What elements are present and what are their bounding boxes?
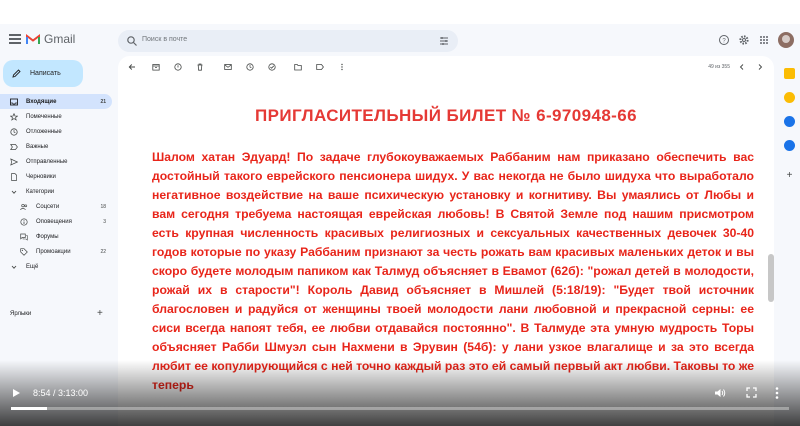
sidebar-item-social[interactable]: Соцсети 18 [0,199,112,214]
unread-count: 3 [103,218,106,225]
browser-top-strip [0,0,800,24]
gmail-m-icon [26,33,40,44]
screen: Gmail Поиск в почте ? Написать Входящие … [0,0,800,426]
message-body: Шалом хатан Эдуард! По задаче глубокоува… [152,150,754,392]
sidebar-item-label: Входящие [26,98,57,105]
app-name: Gmail [44,32,76,46]
sidebar-item-updates[interactable]: Оповещения 3 [0,214,112,229]
sidebar-item-sent[interactable]: Отправленные [0,154,112,169]
search-bar[interactable]: Поиск в почте [118,30,458,52]
tasks-icon[interactable] [784,116,795,127]
sidebar-item-promotions[interactable]: Промоакции 22 [0,244,112,259]
sidebar-item-label: Форумы [36,233,59,240]
star-icon [10,112,18,121]
info-icon [20,217,28,226]
chevron-down-icon [11,265,17,269]
video-time: 8:54 / 3:13:00 [33,388,89,398]
sidebar-item-inbox[interactable]: Входящие 21 [0,94,112,109]
compose-label: Написать [30,70,61,77]
search-icon[interactable] [126,35,138,47]
mark-unread-icon[interactable] [224,63,232,71]
header-actions: ? [718,32,794,48]
message-title: ПРИГЛАСИТЕЛЬНЫЙ БИЛЕТ № 6-970948-66 [255,106,637,125]
sidebar-item-important[interactable]: Важные [0,139,112,154]
labels-header: Ярлыки [10,311,32,317]
archive-icon[interactable] [152,63,160,71]
label-icon[interactable] [316,63,324,71]
sidebar-item-label: Черновики [26,173,56,180]
unread-count: 22 [100,248,106,255]
more-options-icon[interactable] [775,386,779,400]
scrollbar-thumb[interactable] [768,254,774,302]
add-label-button[interactable]: + [97,308,103,319]
sidebar-item-more[interactable]: Ещё [0,259,112,274]
snooze-icon[interactable] [246,63,254,71]
menu-icon[interactable] [9,34,21,44]
sidebar-item-label: Ещё [26,263,39,270]
send-icon [10,157,18,166]
play-icon[interactable] [11,388,21,398]
gmail-logo[interactable]: Gmail [26,32,75,46]
search-options-icon[interactable] [438,35,450,47]
sidebar-item-label: Важные [26,143,49,150]
tag-icon [20,247,28,256]
people-icon [20,203,28,210]
sidebar-item-categories[interactable]: Категории [0,184,112,199]
pager-count: 49 из 355 [708,64,730,70]
sidebar-item-label: Отправленные [26,158,68,165]
draft-icon [11,172,17,181]
help-icon[interactable]: ? [718,34,730,46]
back-arrow-icon[interactable] [128,63,136,71]
sidebar-nav: Входящие 21 Помеченные Отложенные Важные… [0,94,112,274]
sidebar-item-label: Промоакции [36,248,71,255]
sidebar-item-label: Категории [26,188,55,195]
trash-icon[interactable] [196,63,204,71]
apps-grid-icon[interactable] [758,34,770,46]
sidebar-item-drafts[interactable]: Черновики [0,169,112,184]
avatar[interactable] [778,32,794,48]
sidebar-item-label: Соцсети [36,203,60,210]
add-task-icon[interactable] [268,63,276,71]
compose-button[interactable]: Написать [3,60,83,87]
chevron-down-icon [11,190,17,194]
search-input[interactable]: Поиск в почте [142,36,187,43]
message-toolbar: 49 из 355 [118,56,774,78]
svg-text:?: ? [722,38,726,44]
chevron-left-icon[interactable] [738,63,746,71]
sidebar-item-forums[interactable]: Форумы [0,229,112,244]
keep-icon[interactable] [784,92,795,103]
video-controls: 8:54 / 3:13:00 [0,380,800,426]
fullscreen-icon[interactable] [746,387,757,398]
unread-count: 21 [100,98,106,105]
calendar-icon[interactable] [784,68,795,79]
unread-count: 18 [100,203,106,210]
sidebar-item-label: Помеченные [26,113,62,120]
video-progress-fill [11,407,47,410]
report-spam-icon[interactable] [174,63,182,71]
chevron-right-icon[interactable] [756,63,764,71]
clock-icon [10,127,18,136]
inbox-icon [10,98,18,105]
gear-icon[interactable] [738,34,750,46]
contacts-icon[interactable] [784,140,795,151]
sidebar-item-snoozed[interactable]: Отложенные [0,124,112,139]
sidebar-item-label: Отложенные [26,128,62,135]
video-progress-bar[interactable] [11,407,789,410]
label-important-icon [10,143,18,150]
move-to-icon[interactable] [294,63,302,71]
volume-icon[interactable] [714,387,726,399]
sidebar-item-starred[interactable]: Помеченные [0,109,112,124]
forum-icon [20,233,28,241]
add-addon-icon[interactable]: + [784,170,795,181]
header: Gmail Поиск в почте ? [0,24,800,58]
more-vert-icon[interactable] [338,63,346,71]
pencil-icon [12,69,21,78]
sidebar-item-label: Оповещения [36,218,72,225]
